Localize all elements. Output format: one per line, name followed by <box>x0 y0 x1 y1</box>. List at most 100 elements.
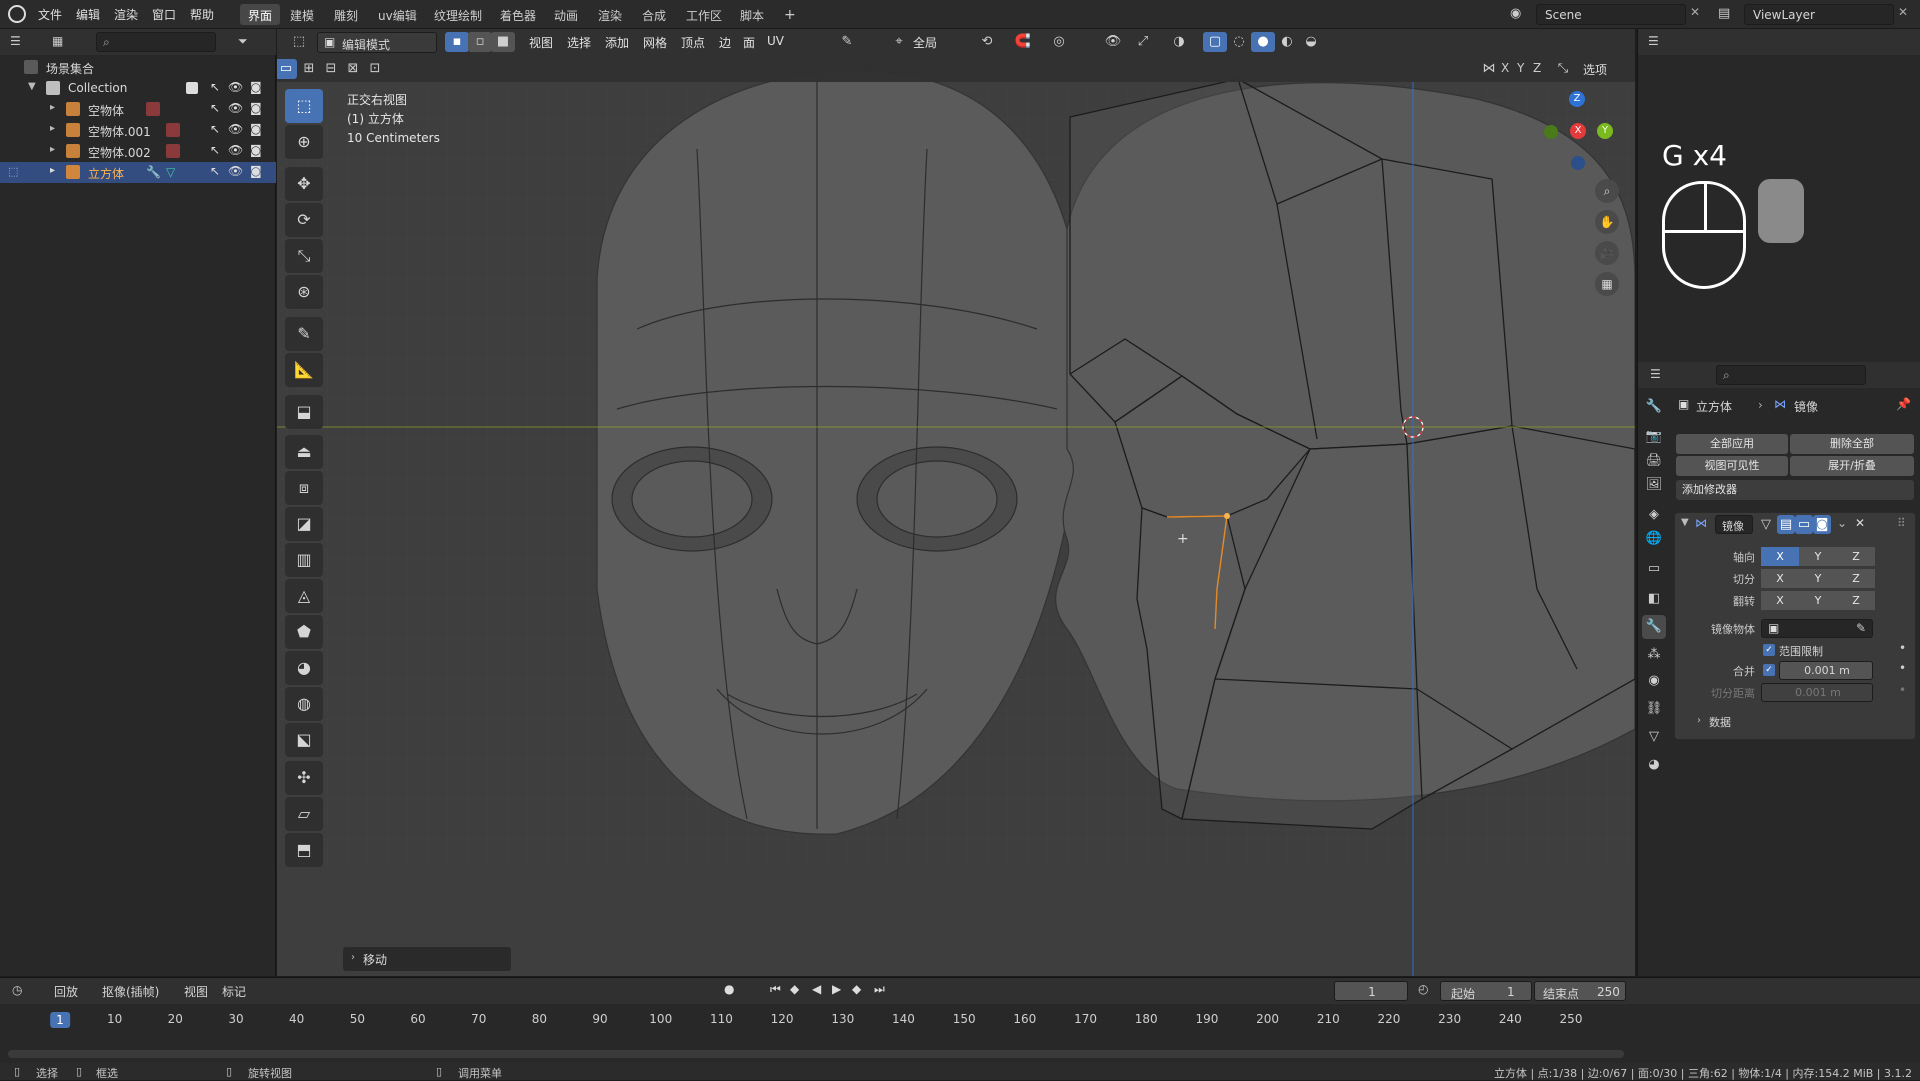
smooth-tool-icon[interactable]: ◍ <box>285 687 323 721</box>
gizmo-x-axis[interactable]: X <box>1570 123 1586 139</box>
wrench-icon[interactable]: 🔧 <box>146 165 161 179</box>
annotate-tool-icon[interactable]: ✎ <box>285 317 323 351</box>
axis-y-toggle[interactable]: Y <box>1799 547 1837 566</box>
scale-tool-icon[interactable]: ⤡ <box>285 239 323 273</box>
bisect-y-toggle[interactable]: Y <box>1799 569 1837 588</box>
pan-hand-icon[interactable]: ✋ <box>1595 210 1619 234</box>
select-invert-icon[interactable]: ⊠ <box>341 59 365 79</box>
gizmo-toggle-icon[interactable]: ⤢ <box>1131 32 1155 52</box>
collection-checkbox[interactable] <box>186 82 198 94</box>
axis-x-toggle[interactable]: X <box>1761 547 1799 566</box>
flip-z-toggle[interactable]: Z <box>1837 591 1875 610</box>
timeline-ruler[interactable]: 1 10 20 30 40 50 60 70 80 90 100 110 120 130 140 150 160… <box>0 978 1920 1038</box>
solid-shading-icon[interactable]: ● <box>1251 32 1275 52</box>
menu-help[interactable]: 帮助 <box>190 6 214 23</box>
eyedropper-icon[interactable]: ✎ <box>1856 621 1866 635</box>
clipping-checkbox[interactable]: ✓ <box>1763 644 1775 656</box>
menu-select[interactable]: 选择 <box>567 34 591 51</box>
navigation-gizmo[interactable]: Z Y X <box>1539 91 1619 171</box>
tab-rendering[interactable]: 渲染 <box>590 4 630 25</box>
mesh-data-icon[interactable]: ▽ <box>166 165 175 179</box>
gizmo-neg-y-axis[interactable] <box>1544 125 1558 139</box>
camera-view-icon[interactable]: 🎥 <box>1595 241 1619 265</box>
viewlayer-icon[interactable]: ▤ <box>1718 6 1730 21</box>
menu-edge[interactable]: 边 <box>719 34 731 51</box>
display-mode-icon[interactable]: ▦ <box>52 34 63 48</box>
editor-type-icon[interactable]: ☰ <box>1650 367 1661 381</box>
keyframe-dot-icon[interactable]: • <box>1899 683 1906 697</box>
extrude-tool-icon[interactable]: ⏏ <box>285 435 323 469</box>
menu-add[interactable]: 添加 <box>605 34 629 51</box>
add-workspace-button[interactable]: + <box>776 4 804 25</box>
bisect-distance-field[interactable]: 0.001 m <box>1761 683 1873 702</box>
cursor-tool-icon[interactable]: ⊕ <box>285 125 323 159</box>
menu-window[interactable]: 窗口 <box>152 6 176 23</box>
scene-collection-row[interactable]: 场景集合 <box>0 57 276 78</box>
mirror-object-field[interactable]: ▣ ✎ <box>1761 619 1873 638</box>
chevron-down-icon[interactable]: ⌄ <box>1837 516 1847 530</box>
spin-tool-icon[interactable]: ◕ <box>285 651 323 685</box>
chevron-right-icon[interactable]: › <box>1697 715 1701 726</box>
merge-checkbox[interactable]: ✓ <box>1763 664 1775 676</box>
bevel-tool-icon[interactable]: ◪ <box>285 507 323 541</box>
eyedropper-icon[interactable]: ✎ <box>835 32 859 52</box>
modifier-name-input[interactable]: 镜像 <box>1715 515 1753 534</box>
chevron-down-icon[interactable]: ▼ <box>1681 517 1689 528</box>
keyframe-dot-icon[interactable]: • <box>1899 641 1906 655</box>
overlays-icon[interactable]: ◑ <box>1167 32 1191 52</box>
menu-view[interactable]: 视图 <box>529 34 553 51</box>
close-scene-icon[interactable]: ✕ <box>1690 5 1700 19</box>
render-toggle-icon[interactable]: ◙ <box>1813 515 1831 534</box>
outliner-search-input[interactable]: ⌕ <box>96 32 216 52</box>
mirror-axis-icon[interactable]: ⋈ <box>1477 59 1501 79</box>
auto-merge-icon[interactable]: ⤡ <box>1551 59 1575 79</box>
edge-select-icon[interactable]: ▫ <box>468 32 492 52</box>
menu-vertex[interactable]: 顶点 <box>681 34 705 51</box>
eye-icon[interactable]: 👁 <box>228 143 243 157</box>
close-icon[interactable]: ✕ <box>1855 516 1865 530</box>
view-layer-tab-icon[interactable]: 🖼 <box>1642 473 1666 497</box>
object-tab-icon[interactable]: ◧ <box>1642 587 1666 611</box>
bisect-x-toggle[interactable]: X <box>1761 569 1799 588</box>
tool-tab-icon[interactable]: 🔧 <box>1642 395 1666 419</box>
viewport-visibility-button[interactable]: 视图可见性 <box>1676 456 1788 476</box>
expand-arrow-icon[interactable]: ▸ <box>50 144 55 155</box>
blender-logo-icon[interactable] <box>8 5 26 23</box>
inset-tool-icon[interactable]: ⧈ <box>285 471 323 505</box>
mode-selector[interactable]: ▣ 编辑模式 <box>317 32 437 53</box>
constraints-tab-icon[interactable]: ⛓ <box>1642 697 1666 721</box>
edit-mode-icon[interactable]: ⬚ <box>8 165 18 178</box>
collection-tab-icon[interactable]: ▭ <box>1642 557 1666 581</box>
output-tab-icon[interactable]: 🖨 <box>1642 449 1666 473</box>
move-tool-icon[interactable]: ✥ <box>285 167 323 201</box>
loop-cut-tool-icon[interactable]: ▥ <box>285 543 323 577</box>
tab-texture-paint[interactable]: 纹理绘制 <box>426 4 490 25</box>
axis-z-toggle[interactable]: Z <box>1837 547 1875 566</box>
add-modifier-dropdown[interactable]: 添加修改器 <box>1676 480 1914 500</box>
outliner-item-empty[interactable]: ▸ 空物体 ↖ 👁 ◙ <box>0 99 276 120</box>
editor-type-icon[interactable]: ⬚ <box>287 32 311 52</box>
edit-mode-toggle-icon[interactable]: ▽ <box>1757 515 1775 534</box>
select-box-mode-icon[interactable]: ▭ <box>277 59 297 79</box>
gizmo-z-axis[interactable]: Z <box>1569 91 1585 107</box>
apply-all-button[interactable]: 全部应用 <box>1676 434 1788 454</box>
collection-row[interactable]: ▼ Collection ↖ 👁 ◙ <box>0 78 276 99</box>
edge-slide-tool-icon[interactable]: ⬕ <box>285 723 323 757</box>
select-arrow-icon[interactable]: ↖ <box>210 80 220 94</box>
gizmo-y-axis[interactable]: Y <box>1597 123 1613 139</box>
transform-orientation-icon[interactable]: ⌖ <box>887 32 911 52</box>
poly-build-tool-icon[interactable]: ⬟ <box>285 615 323 649</box>
outliner-item-cube[interactable]: ⬚ ▸ 立方体 🔧 ▽ ↖ 👁 ◙ <box>0 162 276 183</box>
properties-search-input[interactable]: ⌕ <box>1716 365 1866 385</box>
camera-icon[interactable]: ◙ <box>250 101 262 115</box>
select-box-tool-icon[interactable]: ⬚ <box>285 89 323 123</box>
pivot-point-icon[interactable]: ⟲ <box>975 32 999 52</box>
menu-render[interactable]: 渲染 <box>114 6 138 23</box>
modifier-tab-icon[interactable]: 🔧 <box>1642 615 1666 639</box>
camera-icon[interactable]: ◙ <box>250 143 262 157</box>
mirror-z-toggle[interactable]: Z <box>1533 61 1541 75</box>
tab-animation[interactable]: 动画 <box>546 4 586 25</box>
shear-tool-icon[interactable]: ▱ <box>285 797 323 831</box>
zoom-icon[interactable]: ⌕ <box>1595 179 1619 203</box>
rendered-shading-icon[interactable]: ◒ <box>1299 32 1323 52</box>
